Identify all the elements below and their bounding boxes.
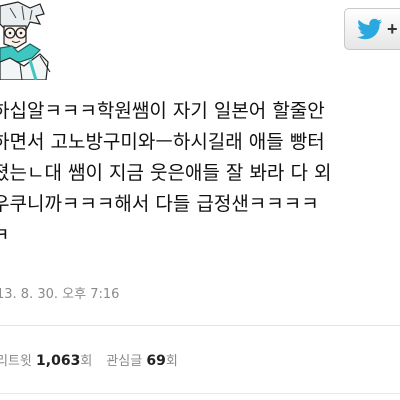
retweet-count[interactable]: 1,063: [36, 353, 80, 369]
tweet-line: 졌는ㄴ대 쌤이 지금 웃은애들 잘 봐라 다 외: [0, 162, 332, 184]
twitter-bird-icon: [357, 18, 383, 40]
tweet-text: 하십알ㅋㅋㅋ학원쌤이 자기 일본어 할줄안 하면서 고노방구미와ㅡ하시길래 애들…: [0, 96, 400, 251]
follow-plus-label: +: [387, 19, 398, 39]
tweet-stats: 리트윗 1,063 회 관심글 69 회: [0, 350, 178, 369]
tweet-timestamp[interactable]: 13. 8. 30. 오후 7:16: [0, 283, 119, 302]
avatar[interactable]: [0, 0, 54, 80]
favorite-label[interactable]: 관심글: [106, 350, 142, 369]
tweet-line: 하면서 고노방구미와ㅡ하시길래 애들 빵터: [0, 131, 325, 153]
favorite-count[interactable]: 69: [146, 353, 165, 369]
divider: [0, 325, 400, 326]
bottom-divider: [0, 393, 400, 394]
tweet-line: 우쿠니까ㅋㅋㅋ해서 다들 급정샌ㅋㅋㅋㅋ: [0, 193, 319, 215]
favorite-unit: 회: [165, 354, 178, 369]
tweet-line: 하십알ㅋㅋㅋ학원쌤이 자기 일본어 할줄안: [0, 100, 325, 122]
retweet-label[interactable]: 리트윗: [0, 350, 32, 369]
anime-character-avatar-icon: [0, 0, 54, 80]
tweet-page: + 하십알ㅋㅋㅋ학원쌤이 자기 일본어 할줄안 하면서 고노방구미와ㅡ하시길래 …: [0, 0, 400, 400]
follow-button[interactable]: +: [344, 8, 400, 50]
retweet-unit: 회: [80, 354, 93, 369]
tweet-line: ㅋ: [0, 224, 10, 246]
